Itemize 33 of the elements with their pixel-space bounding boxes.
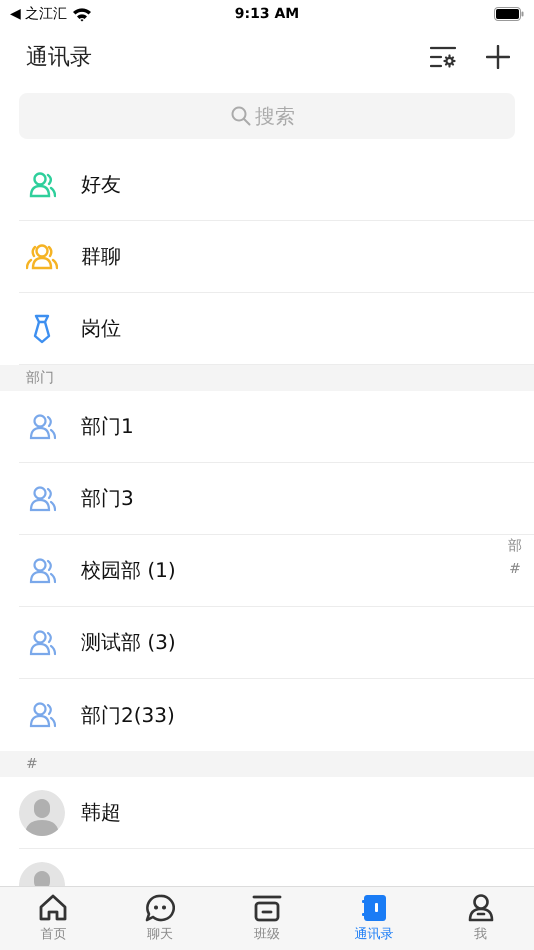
section-header: 部门 bbox=[0, 365, 534, 391]
person-icon bbox=[28, 484, 56, 512]
plus-icon bbox=[486, 44, 510, 68]
page-title: 通讯录 bbox=[26, 44, 93, 72]
add-button[interactable] bbox=[486, 44, 510, 68]
home-icon bbox=[38, 894, 68, 922]
list-item[interactable]: 部门1 bbox=[19, 391, 534, 463]
search-icon bbox=[231, 106, 251, 126]
person-icon bbox=[28, 628, 56, 656]
index-letter[interactable]: # bbox=[509, 561, 521, 577]
section-header: # bbox=[0, 751, 534, 777]
status-time: 9:13 AM bbox=[234, 6, 300, 22]
list-item[interactable]: 韩超 bbox=[19, 777, 534, 849]
tray-icon bbox=[252, 894, 282, 922]
avatar-icon bbox=[19, 790, 65, 836]
index-letter[interactable]: 部 bbox=[508, 537, 522, 555]
list-item[interactable]: 群聊 bbox=[19, 221, 534, 293]
search-field[interactable]: 搜索 bbox=[255, 104, 303, 128]
list-item[interactable]: 好友 bbox=[19, 149, 534, 221]
back-link[interactable]: ◀ 之江汇 bbox=[10, 5, 68, 23]
person-icon bbox=[466, 894, 496, 922]
filter-settings-button[interactable] bbox=[430, 44, 456, 68]
filter-settings-icon bbox=[430, 44, 456, 68]
person-icon bbox=[28, 556, 56, 584]
chat-bubble-icon bbox=[145, 894, 176, 922]
list-item[interactable]: 测试部 (3) bbox=[19, 607, 534, 679]
battery-icon bbox=[494, 7, 524, 21]
wifi-icon bbox=[72, 6, 92, 22]
person-icon bbox=[28, 701, 56, 729]
list-item[interactable]: 部门2(33) bbox=[19, 679, 534, 751]
person-icon bbox=[28, 412, 56, 440]
list-item[interactable]: 部门3 bbox=[19, 463, 534, 535]
tab[interactable]: 通讯录 bbox=[320, 887, 428, 950]
